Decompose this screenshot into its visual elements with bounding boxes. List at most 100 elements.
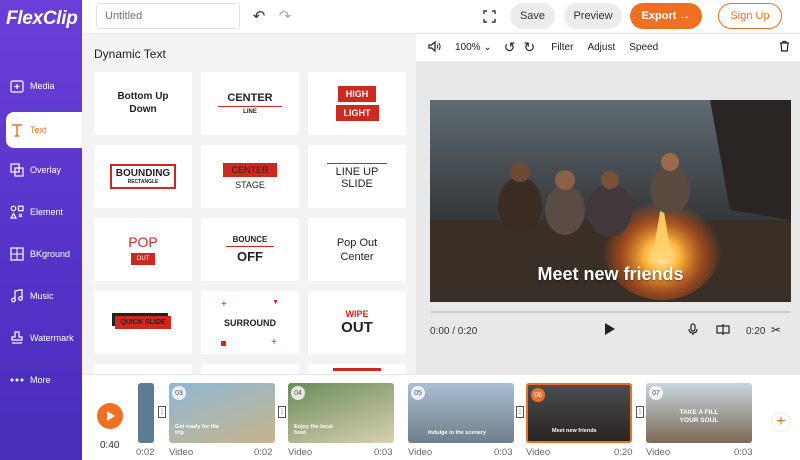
card-label: Bottom Up Down [117, 91, 169, 115]
element-icon [10, 205, 24, 219]
text-style-wipe-out[interactable]: WIPE OUT [308, 291, 406, 354]
clip-duration: 0:03 [494, 447, 513, 458]
top-bar: ↶ ↷ Save Preview Export → Sign Up [82, 0, 800, 34]
clip-duration: 0:20 [746, 326, 766, 337]
playback-scrubber[interactable] [430, 311, 791, 313]
sidebar-item-element[interactable]: Element [0, 194, 82, 230]
more-icon [10, 373, 24, 387]
card-sublabel: RECTANGLE [127, 179, 159, 185]
rotate-left-icon[interactable]: ↺ [504, 39, 516, 56]
timeline-clip-prev[interactable] [138, 383, 154, 443]
undo-icon[interactable]: ↶ [250, 7, 268, 25]
card-label: BOUNDING [115, 168, 171, 179]
text-style-center-line[interactable]: CENTER LINE [201, 72, 299, 135]
text-style-highlight[interactable]: HIGH LIGHT [308, 72, 406, 135]
sidebar-item-music[interactable]: Music [0, 278, 82, 314]
card-label: WIPE [345, 309, 369, 319]
clip-number: 03 [172, 386, 186, 400]
transition-handle[interactable]: ⁞ [516, 406, 524, 418]
sidebar-item-bkground[interactable]: BKground [0, 236, 82, 272]
sidebar-item-label: BKground [30, 249, 71, 259]
video-preview[interactable]: Meet new friends [430, 100, 791, 302]
timeline-current-time: 0:40 [100, 440, 120, 451]
sidebar-item-label: Text [30, 125, 47, 135]
underline [218, 106, 282, 107]
sidebar-item-more[interactable]: More [0, 362, 82, 398]
text-style-surround[interactable]: + ▼ SURROUND + [201, 291, 299, 354]
card-label: CENTER [223, 163, 277, 177]
timeline-play-button[interactable] [97, 403, 123, 429]
text-style-center-stage[interactable]: CENTER STAGE [201, 145, 299, 208]
sidebar-item-label: Element [30, 207, 64, 217]
clip-duration: 0:02 [254, 447, 273, 458]
clip-label: Video [646, 447, 671, 458]
filter-button[interactable]: Filter [551, 42, 573, 53]
timeline-clip-07[interactable]: 07 TAKE A FILL YOUR SOUL [646, 383, 752, 443]
card-sublabel: OFF [237, 249, 263, 264]
export-button[interactable]: Export → [630, 3, 702, 29]
transition-handle[interactable]: ⁞ [636, 406, 644, 418]
project-title-input[interactable] [96, 3, 240, 29]
save-button[interactable]: Save [510, 3, 555, 29]
preview-stage: Meet new friends 0:00 / 0:20 0:20 ✂ [416, 62, 800, 374]
timeline-clip-05[interactable]: 05 Indulge in the scenery [408, 383, 514, 443]
text-style-pop-out-center[interactable]: Pop Out Center [308, 218, 406, 281]
card-label: LINE UP [335, 166, 379, 178]
redo-icon[interactable]: ↷ [276, 7, 294, 25]
sign-up-button[interactable]: Sign Up [718, 3, 782, 29]
timeline-clip-03[interactable]: 03 Get ready for the trip [169, 383, 275, 443]
add-clip-button[interactable]: + [771, 412, 791, 432]
logo: FlexClip [6, 8, 78, 29]
clip-text: TAKE A FILL YOUR SOUL [679, 409, 719, 425]
text-style-bottom-up-down[interactable]: Bottom Up Down [94, 72, 192, 135]
split-icon[interactable] [716, 323, 730, 341]
video-caption[interactable]: Meet new friends [430, 264, 791, 285]
clip-text: Enjoy the local food [294, 423, 333, 437]
panel-title: Dynamic Text [94, 47, 166, 61]
underline [327, 163, 387, 164]
clip-number: 04 [291, 386, 305, 400]
text-style-card[interactable] [308, 364, 406, 374]
fullscreen-icon[interactable] [480, 7, 498, 25]
sidebar-item-watermark[interactable]: Watermark [0, 320, 82, 356]
card-sublabel: Center [340, 250, 374, 263]
zoom-dropdown[interactable]: 100% ⌄ [455, 42, 492, 53]
timeline-clip-04[interactable]: 04 Enjoy the local food [288, 383, 394, 443]
card-sublabel: OUT [130, 253, 156, 265]
text-style-bounding-rectangle[interactable]: BOUNDING RECTANGLE [94, 145, 192, 208]
text-panel: Dynamic Text Bottom Up Down CENTER LINE … [82, 34, 416, 374]
timeline: 0:40 0:02 ⁞ 03 Get ready for the trip Vi… [82, 374, 800, 460]
sidebar-item-label: More [30, 375, 51, 385]
timeline-clip-06[interactable]: 06 Meet new friends [526, 383, 632, 443]
trash-icon[interactable] [779, 40, 790, 55]
card-label: SURROUND [223, 317, 276, 328]
text-style-pop-out[interactable]: POP OUT [94, 218, 192, 281]
transition-handle[interactable]: ⁞ [278, 406, 286, 418]
chevron-down-icon: ⌄ [483, 42, 492, 53]
text-icon [10, 123, 24, 137]
volume-icon[interactable] [428, 40, 441, 55]
speed-button[interactable]: Speed [629, 42, 658, 53]
card-label: Pop Out [336, 236, 378, 249]
sidebar-item-media[interactable]: Media [0, 68, 82, 104]
play-button[interactable] [604, 322, 616, 341]
adjust-button[interactable]: Adjust [587, 42, 615, 53]
card-sublabel: STAGE [235, 180, 265, 190]
sidebar-item-overlay[interactable]: Overlay [0, 152, 82, 188]
plus-icon: + [776, 413, 786, 430]
text-style-line-up-slide[interactable]: LINE UP SLIDE [308, 145, 406, 208]
clip-number: 07 [649, 386, 663, 400]
text-style-quick-slide[interactable]: QUICK SLIDE [94, 291, 192, 354]
underline [226, 246, 274, 247]
scissors-icon[interactable]: ✂ [771, 323, 781, 337]
overlay-icon [10, 163, 24, 177]
text-style-card[interactable] [201, 364, 299, 374]
rotate-right-icon[interactable]: ↻ [523, 39, 535, 56]
transition-handle[interactable]: ⁞ [158, 406, 166, 418]
text-style-bounce-off[interactable]: BOUNCE OFF [201, 218, 299, 281]
sidebar-item-text[interactable]: Text [6, 112, 82, 148]
microphone-icon[interactable] [688, 323, 698, 341]
text-style-card[interactable] [94, 364, 192, 374]
preview-button[interactable]: Preview [564, 3, 622, 29]
play-icon [106, 411, 115, 421]
